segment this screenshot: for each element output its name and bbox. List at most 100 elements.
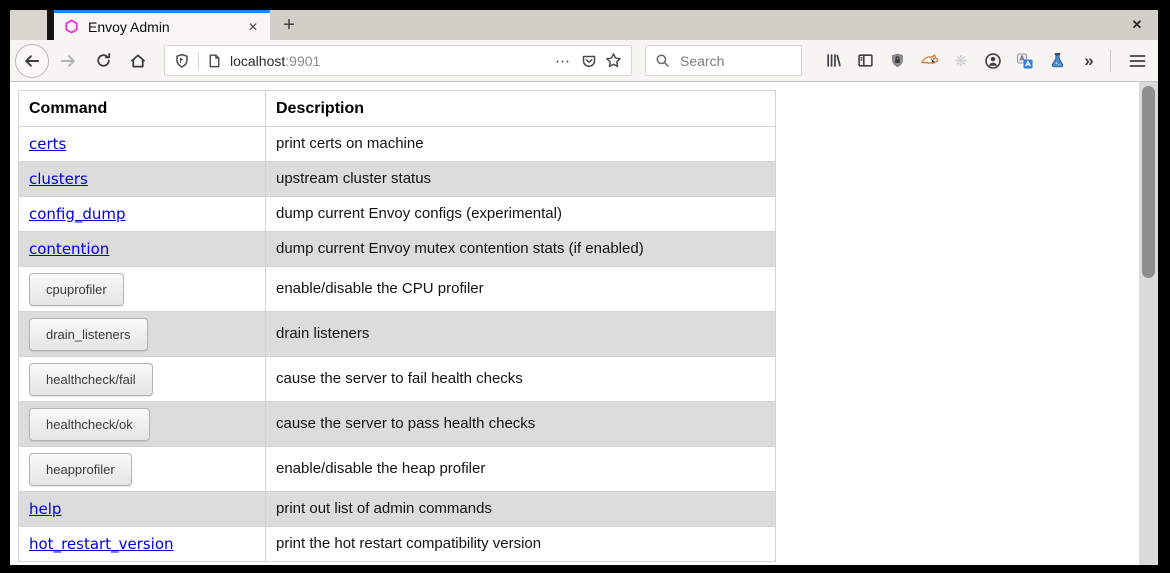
vertical-scrollbar[interactable] [1139,82,1158,565]
tab-envoy-admin[interactable]: Envoy Admin ✕ [54,10,270,40]
overflow-chevron-icon[interactable]: » [1073,45,1105,77]
toolbar-separator [1110,50,1111,72]
tracking-shield-icon[interactable] [174,53,190,69]
page-icon[interactable] [207,53,222,69]
description-cell: enable/disable the CPU profiler [266,267,776,312]
tab-close-icon[interactable]: ✕ [244,18,262,36]
home-button[interactable] [122,45,154,77]
table-row: healthcheck/fail cause the server to fail… [19,357,776,402]
back-icon [23,52,41,70]
description-text: upstream cluster status [276,170,431,187]
command-table-body: certs print certs on machine clusters upstr… [19,127,776,562]
description-cell: cause the server to pass health checks [266,402,776,447]
reload-button[interactable] [87,45,119,77]
command-button[interactable]: drain_listeners [29,318,148,351]
disabled-addon-button[interactable]: ❋ [945,45,977,77]
library-icon [825,52,842,69]
sidebar-button[interactable] [849,45,881,77]
flask-addon-button[interactable] [1041,45,1073,77]
account-button[interactable] [977,45,1009,77]
container-addon-button[interactable] [913,45,945,77]
url-bar[interactable]: localhost:9901 ⋯ [164,45,632,76]
command-cell: healthcheck/fail [19,357,266,402]
description-cell: enable/disable the heap profiler [266,447,776,492]
shield-lock-addon-button[interactable] [881,45,913,77]
table-row: contention dump current Envoy mutex conte… [19,232,776,267]
translate-icon [1016,52,1034,70]
search-box[interactable] [645,45,802,76]
description-cell: print certs on machine [266,127,776,162]
table-row: help print out list of admin commands [19,492,776,527]
toolbar-right-icons: ❋ [817,45,1158,77]
command-link[interactable]: clusters [29,170,88,188]
command-cell: heapprofiler [19,447,266,492]
description-text: enable/disable the heap profiler [276,460,485,477]
envoy-hexagon-icon [64,19,79,34]
account-icon [984,52,1002,70]
table-header-row: Command Description [19,91,776,127]
container-fox-icon [920,52,939,69]
scrollbar-thumb[interactable] [1142,86,1155,278]
pocket-icon[interactable] [581,53,597,69]
description-text: enable/disable the CPU profiler [276,280,484,297]
command-link[interactable]: contention [29,240,109,258]
search-input[interactable] [678,52,792,70]
home-icon [129,52,147,70]
flask-icon [1049,52,1066,69]
table-row: config_dump dump current Envoy configs (e… [19,197,776,232]
forward-button[interactable] [52,45,84,77]
new-tab-button[interactable]: + [270,10,308,40]
tab-strip-divider [47,10,54,40]
url-host: localhost [230,53,285,69]
reload-icon [95,52,112,69]
command-cell: contention [19,232,266,267]
command-link[interactable]: certs [29,135,66,153]
table-row: certs print certs on machine [19,127,776,162]
bookmark-star-icon[interactable] [605,52,622,69]
table-row: drain_listeners drain listeners [19,312,776,357]
description-column-header: Description [266,91,776,127]
command-cell: drain_listeners [19,312,266,357]
description-cell: cause the server to fail health checks [266,357,776,402]
description-cell: dump current Envoy mutex contention stat… [266,232,776,267]
library-button[interactable] [817,45,849,77]
window-close-button[interactable]: ✕ [1116,10,1158,40]
command-cell: certs [19,127,266,162]
command-cell: cpuprofiler [19,267,266,312]
command-button[interactable]: cpuprofiler [29,273,124,306]
command-link[interactable]: help [29,500,61,518]
tab-title: Envoy Admin [88,19,235,35]
translate-addon-button[interactable] [1009,45,1041,77]
command-link[interactable]: config_dump [29,205,126,223]
tab-strip: Envoy Admin ✕ + ✕ [10,10,1158,40]
table-row: clusters upstream cluster status [19,162,776,197]
menu-icon [1129,54,1146,68]
titlebar-spacer [10,10,47,40]
command-button[interactable]: healthcheck/ok [29,408,150,441]
back-button[interactable] [15,44,49,78]
description-cell: print out list of admin commands [266,492,776,527]
forward-icon [59,52,77,70]
command-button[interactable]: heapprofiler [29,453,132,486]
description-text: cause the server to fail health checks [276,370,523,387]
description-cell: dump current Envoy configs (experimental… [266,197,776,232]
command-column-header: Command [19,91,266,127]
page-actions-icon[interactable]: ⋯ [553,52,573,70]
table-row: hot_restart_versionprint the hot restart… [19,527,776,562]
url-text[interactable]: localhost:9901 [230,53,545,69]
description-text: print out list of admin commands [276,500,492,517]
description-text: drain listeners [276,325,369,342]
command-link[interactable]: hot_restart_version [29,535,174,553]
sidebar-icon [857,52,874,69]
description-text: print certs on machine [276,135,424,152]
table-row: heapprofiler enable/disable the heap prof… [19,447,776,492]
command-button[interactable]: healthcheck/fail [29,363,153,396]
command-cell: hot_restart_version [19,527,266,562]
shield-lock-icon [889,52,906,69]
command-cell: config_dump [19,197,266,232]
menu-button[interactable] [1116,45,1158,77]
tab-strip-fill [308,10,1116,40]
page-content: Command Description certs print certs on … [10,82,1139,565]
description-text: dump current Envoy configs (experimental… [276,205,562,222]
addon-disabled-icon: ❋ [955,52,968,70]
